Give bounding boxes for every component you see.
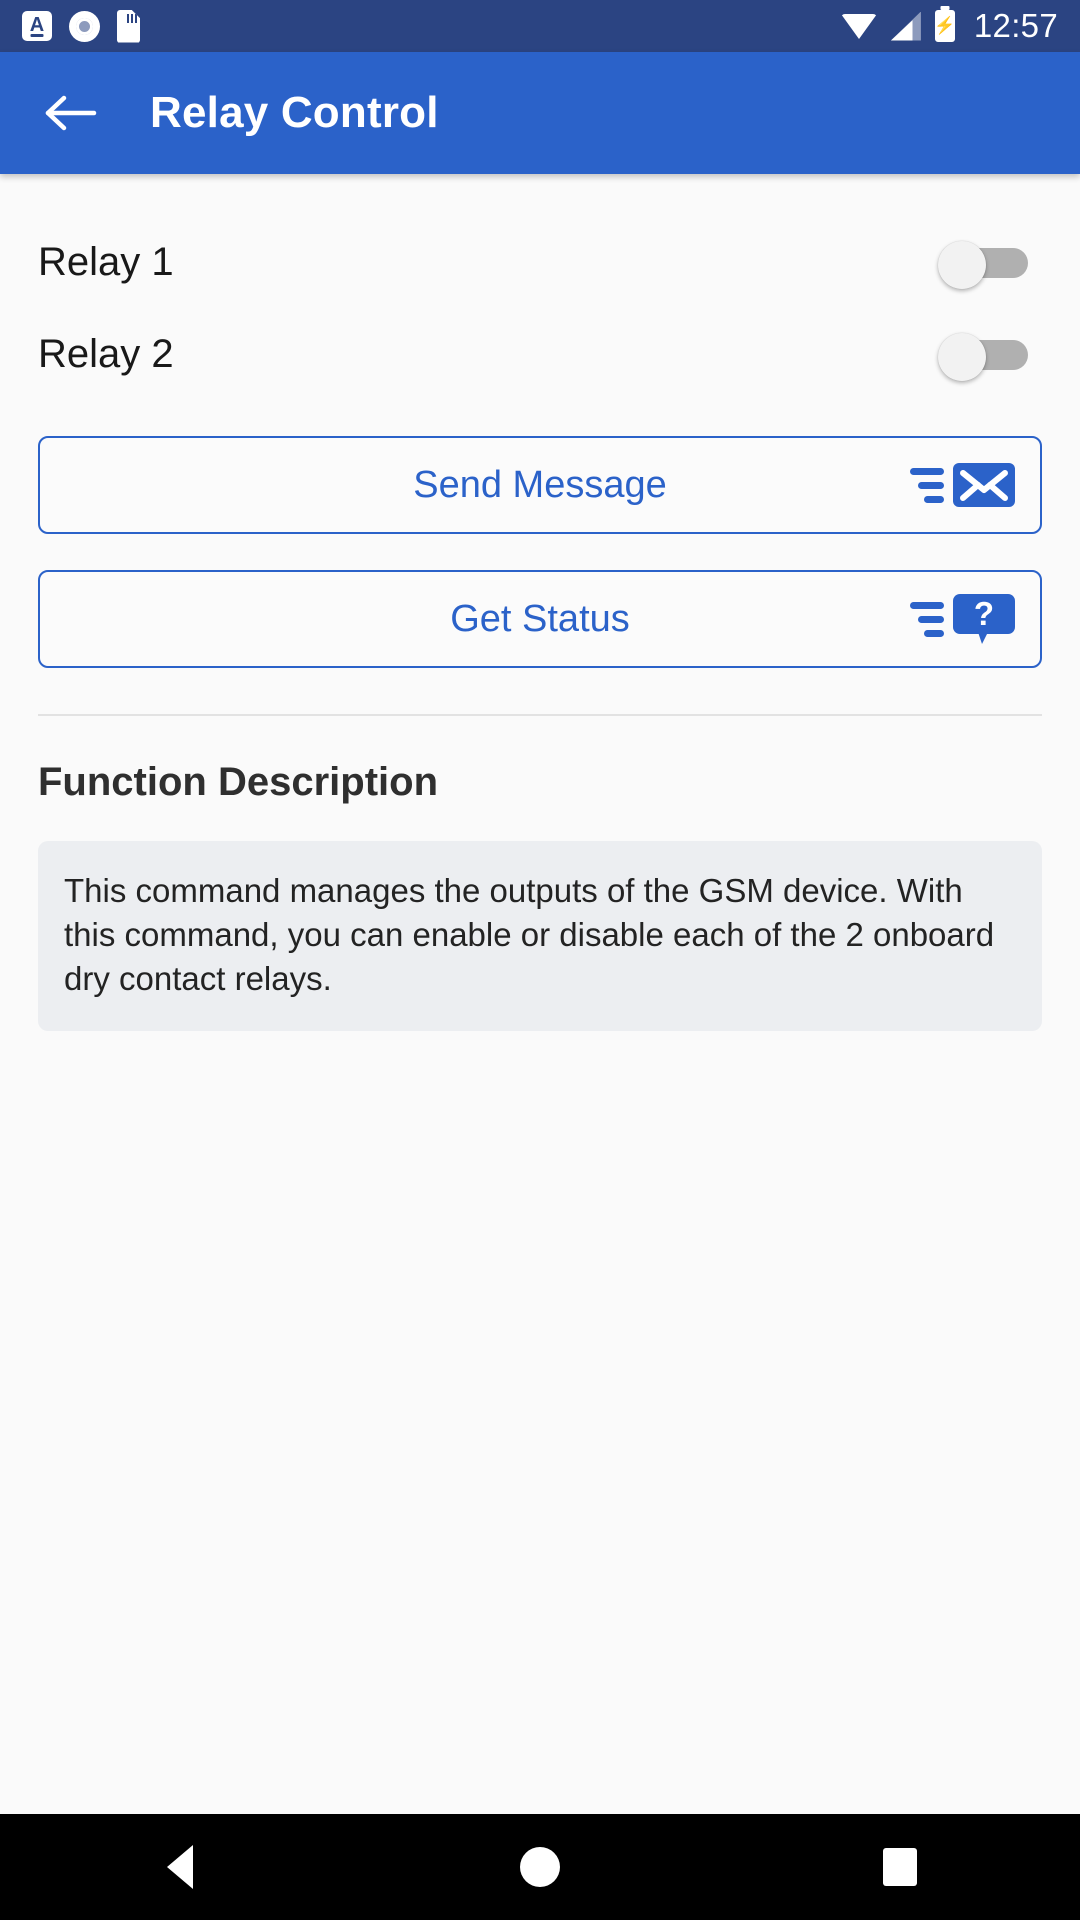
main-content: Relay 1 Relay 2 Send Message Get Status … <box>0 174 1080 1814</box>
speed-lines-icon <box>910 601 944 637</box>
function-description-text: This command manages the outputs of the … <box>64 872 995 997</box>
function-description-heading: Function Description <box>38 760 438 804</box>
status-bar-left-icons: A <box>22 9 140 43</box>
relay-1-label: Relay 1 <box>38 239 174 284</box>
send-message-envelope-icon <box>910 461 1016 509</box>
send-message-label: Send Message <box>413 463 667 506</box>
app-bar: Relay Control <box>0 52 1080 174</box>
android-nav-bar <box>0 1814 1080 1920</box>
status-bar: A 12:57 <box>0 0 1080 52</box>
relay-2-toggle[interactable] <box>938 333 1028 381</box>
phone-screen: A 12:57 Relay Control Relay 1 <box>0 0 1080 1920</box>
section-divider <box>38 714 1042 716</box>
cellular-signal-icon <box>891 12 921 41</box>
status-bar-clock: 12:57 <box>973 7 1058 44</box>
svg-text:?: ? <box>974 595 994 632</box>
back-triangle-icon <box>167 1845 193 1889</box>
nav-back-button[interactable] <box>120 1814 240 1920</box>
question-bubble-icon: ? <box>910 593 1016 645</box>
sdcard-icon <box>117 9 140 43</box>
relay-row-1: Relay 1 <box>38 216 1042 308</box>
keyboard-a-icon: A <box>22 11 52 41</box>
function-description-box: This command manages the outputs of the … <box>38 841 1042 1031</box>
speed-lines-icon <box>910 467 944 503</box>
toggle-thumb <box>938 241 986 289</box>
relay-row-2: Relay 2 <box>38 308 1042 400</box>
relay-1-toggle[interactable] <box>938 241 1028 289</box>
get-status-label: Get Status <box>450 597 630 640</box>
recents-square-icon <box>883 1848 917 1886</box>
nav-recents-button[interactable] <box>840 1814 960 1920</box>
page-title: Relay Control <box>150 88 439 137</box>
relay-2-label: Relay 2 <box>38 331 174 376</box>
back-arrow-icon[interactable] <box>40 82 102 144</box>
home-circle-icon <box>520 1847 560 1887</box>
toggle-thumb <box>938 333 986 381</box>
battery-charging-icon <box>934 10 955 42</box>
status-bar-right-icons: 12:57 <box>840 7 1058 45</box>
get-status-button[interactable]: Get Status ? <box>38 570 1042 668</box>
wifi-icon <box>840 12 877 40</box>
nav-home-button[interactable] <box>480 1814 600 1920</box>
record-circle-icon <box>69 10 100 42</box>
send-message-button[interactable]: Send Message <box>38 436 1042 534</box>
